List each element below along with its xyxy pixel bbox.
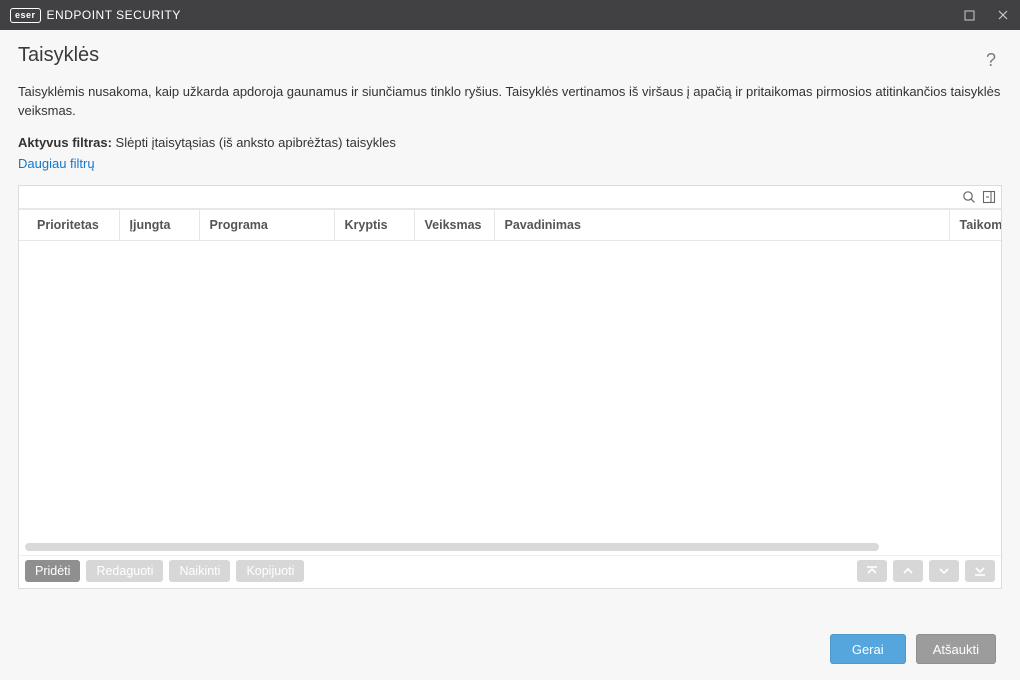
horizontal-scrollbar[interactable] <box>19 541 1001 555</box>
move-top-button[interactable] <box>857 560 887 582</box>
maximize-button[interactable] <box>952 0 986 30</box>
brand: eser ENDPOINT SECURITY <box>10 8 181 23</box>
active-filter-label: Aktyvus filtras: <box>18 135 112 150</box>
col-program[interactable]: Programa <box>199 209 334 240</box>
brand-badge: eser <box>10 8 41 23</box>
active-filter-line: Aktyvus filtras: Slėpti įtaisytąsias (iš… <box>18 135 1002 150</box>
help-icon[interactable]: ? <box>986 50 1002 71</box>
rules-table-panel: Prioritetas Įjungta Programa Kryptis Vei… <box>18 185 1002 589</box>
product-name: ENDPOINT SECURITY <box>47 8 181 22</box>
move-down-button[interactable] <box>929 560 959 582</box>
more-filters-link[interactable]: Daugiau filtrų <box>18 156 1002 171</box>
titlebar: eser ENDPOINT SECURITY <box>0 0 1020 30</box>
page-description: Taisyklėmis nusakoma, kaip užkarda apdor… <box>18 83 1002 121</box>
columns-icon[interactable] <box>981 189 997 205</box>
table-empty-body <box>19 241 1001 541</box>
page-title: Taisyklės <box>18 44 99 67</box>
col-applies[interactable]: Taikoma <box>949 209 1001 240</box>
horizontal-scrollbar-thumb[interactable] <box>25 543 879 551</box>
edit-button[interactable]: Redaguoti <box>86 560 163 582</box>
col-priority[interactable]: Prioritetas <box>19 209 119 240</box>
table-panel-footer: Pridėti Redaguoti Naikinti Kopijuoti <box>19 555 1001 588</box>
dialog-footer: Gerai Atšaukti <box>18 618 1002 680</box>
page-header: Taisyklės ? <box>18 44 1002 77</box>
cancel-button[interactable]: Atšaukti <box>916 634 996 664</box>
ok-button[interactable]: Gerai <box>830 634 906 664</box>
table-header-wrap: Prioritetas Įjungta Programa Kryptis Vei… <box>19 208 1001 241</box>
delete-button[interactable]: Naikinti <box>169 560 230 582</box>
table-toolbar <box>19 186 1001 208</box>
close-button[interactable] <box>986 0 1020 30</box>
active-filter-value: Slėpti įtaisytąsias (iš anksto apibrėžta… <box>116 135 396 150</box>
col-enabled[interactable]: Įjungta <box>119 209 199 240</box>
move-bottom-button[interactable] <box>965 560 995 582</box>
add-button[interactable]: Pridėti <box>25 560 80 582</box>
col-direction[interactable]: Kryptis <box>334 209 414 240</box>
move-up-button[interactable] <box>893 560 923 582</box>
rules-table: Prioritetas Įjungta Programa Kryptis Vei… <box>19 209 1001 241</box>
search-icon[interactable] <box>961 189 977 205</box>
content: Taisyklės ? Taisyklėmis nusakoma, kaip u… <box>0 30 1020 680</box>
col-action[interactable]: Veiksmas <box>414 209 494 240</box>
copy-button[interactable]: Kopijuoti <box>236 560 304 582</box>
col-name[interactable]: Pavadinimas <box>494 209 949 240</box>
window-controls <box>952 0 1020 30</box>
table-header-row: Prioritetas Įjungta Programa Kryptis Vei… <box>19 209 1001 240</box>
